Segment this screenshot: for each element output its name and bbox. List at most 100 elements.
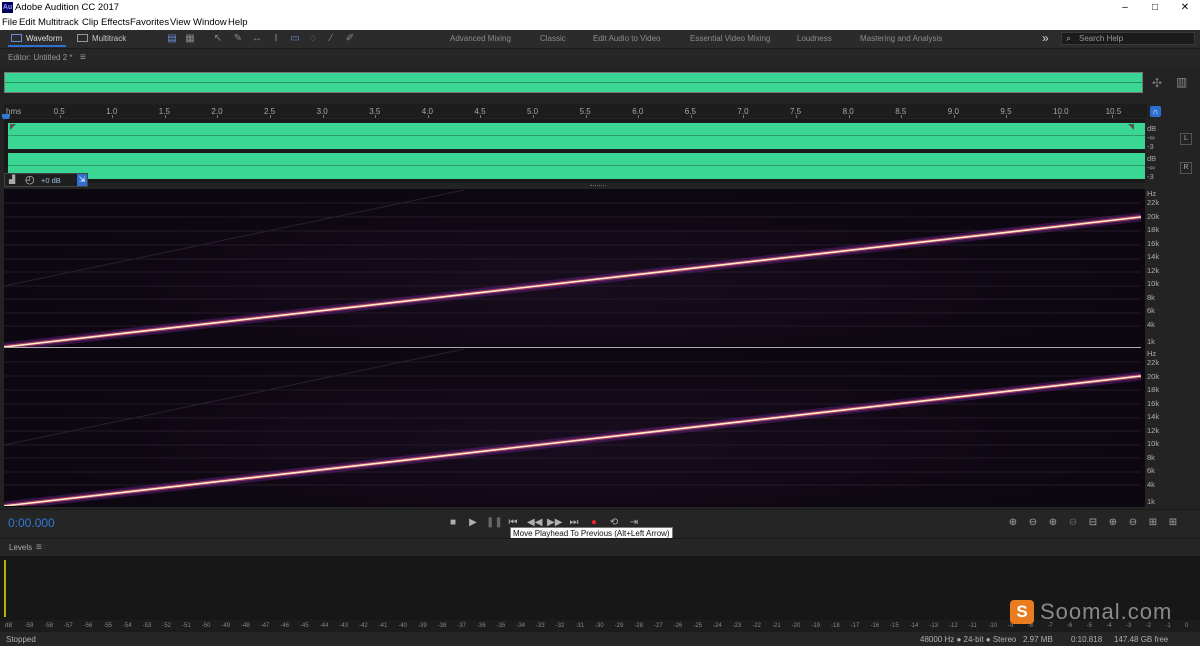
levels-scale-label: -39 — [418, 623, 427, 629]
tab-waveform[interactable]: Waveform — [8, 32, 67, 47]
workspace-edit-audio-to-video[interactable]: Edit Audio to Video — [593, 34, 660, 43]
levels-scale-label: -36 — [477, 623, 486, 629]
zoom-in-time-icon[interactable]: ⊕ — [1046, 516, 1060, 530]
fade-in-handle-icon[interactable] — [10, 124, 16, 130]
ruler-tick-mark — [796, 115, 797, 118]
levels-panel-menu-icon[interactable]: ≡ — [36, 542, 42, 553]
zoom-navigator-icon[interactable]: ✣ — [1152, 76, 1162, 90]
zoom-out-full-icon[interactable]: ⊟ — [1086, 516, 1100, 530]
levels-scale-label: -11 — [968, 623, 977, 629]
levels-scale-label: -22 — [752, 623, 761, 629]
close-button[interactable]: ✕ — [1170, 0, 1200, 16]
pin-hud-icon[interactable]: ⇲ — [77, 174, 87, 186]
waveform-display[interactable] — [4, 119, 1145, 183]
maximize-button[interactable]: □ — [1140, 0, 1170, 16]
hz-tick-label: 18k — [1147, 225, 1160, 234]
spot-healing-icon[interactable]: ✐ — [344, 33, 356, 45]
levels-scale-label: -47 — [260, 623, 270, 629]
overview-navigator[interactable] — [4, 72, 1143, 93]
levels-scale-label: -33 — [536, 623, 545, 629]
levels-scale-label: -37 — [457, 623, 466, 629]
hz-tick-label: 16k — [1147, 238, 1160, 248]
waveform-right-channel[interactable] — [8, 153, 1145, 179]
zoom-out-point-icon[interactable]: ⊖ — [1126, 516, 1140, 530]
hz-tick-label: 22k — [1147, 358, 1160, 367]
ruler-tick-mark — [59, 115, 61, 118]
workspace-overflow-icon[interactable]: » — [1042, 31, 1049, 45]
workspace-mastering-and-analysis[interactable]: Mastering and Analysis — [860, 34, 942, 43]
soomal-watermark: S Soomal.com — [1010, 599, 1180, 630]
fade-out-handle-icon[interactable] — [1128, 124, 1134, 130]
menu-effects[interactable]: Effects — [101, 17, 130, 28]
soomal-logo-icon: S — [1010, 600, 1034, 624]
menu-clip[interactable]: Clip — [82, 17, 98, 28]
spectral-frequency-display[interactable]: Hz 22k 20k 18k 16k 14k 12k 10k 8k 6k 4k 1k Hz 22k 20k… — [4, 189, 1159, 507]
snap-magnet-icon[interactable]: ∩ — [1150, 106, 1161, 117]
right-channel-toggle[interactable]: R — [1180, 162, 1192, 174]
spectral-display-icon[interactable]: ▤ — [166, 33, 178, 45]
levels-scale-label: -50 — [201, 623, 211, 629]
stop-icon[interactable]: ■ — [446, 516, 460, 530]
levels-scale-label: -21 — [772, 623, 781, 629]
levels-scale-label: -45 — [300, 623, 309, 629]
spectrogram-left-channel[interactable] — [4, 190, 1141, 347]
spectral-pitch-icon[interactable]: ▦ — [184, 33, 196, 45]
waveform-view-icon — [11, 34, 22, 42]
left-channel-toggle[interactable]: L — [1180, 133, 1192, 145]
timecode-display[interactable]: 0:00.000 — [8, 516, 55, 530]
editor-tab-label[interactable]: Editor: Untitled 2 * — [8, 53, 72, 62]
workspace-loudness[interactable]: Loudness — [797, 34, 832, 43]
spectrogram-right-channel[interactable] — [4, 349, 1141, 506]
ruler-tick-mark — [164, 115, 166, 118]
toolbar: Waveform Multitrack ▤ ▦ ↖ ✎ ↔ I ▭ ◌ ⁄ ✐ … — [0, 30, 1200, 49]
slip-tool-icon[interactable]: ↔ — [251, 33, 263, 45]
minimize-button[interactable]: – — [1110, 0, 1140, 16]
audition-app-icon: Au — [2, 2, 13, 13]
menu-window[interactable]: Window — [193, 17, 227, 28]
playback-status: Stopped — [6, 635, 36, 644]
gain-value[interactable]: +0 dB — [41, 176, 61, 185]
levels-scale-label: -18 — [831, 623, 840, 629]
zoom-to-selection-icon[interactable]: ⊞ — [1146, 516, 1160, 530]
panel-options-icon[interactable]: ▥ — [1176, 75, 1187, 89]
menu-view[interactable]: View — [170, 17, 190, 28]
search-icon: ⌕ — [1066, 33, 1072, 43]
time-ruler[interactable]: hms 0.5 1.0 1.5 2.0 2.5 3.0 3.5 4.0 4.5 5.0 5.5 6.0… — [4, 104, 1147, 118]
editor-panel-menu-icon[interactable]: ≡ — [80, 52, 86, 63]
razor-tool-icon[interactable]: ✎ — [232, 33, 244, 45]
menu-edit[interactable]: Edit — [19, 17, 35, 28]
menu-file[interactable]: File — [2, 17, 17, 28]
play-icon[interactable]: ▶ — [466, 516, 480, 530]
workspace-advanced-mixing[interactable]: Advanced Mixing — [450, 34, 511, 43]
ruler-tick-mark — [1006, 115, 1008, 118]
workspace-essential-video-mixing[interactable]: Essential Video Mixing — [690, 34, 770, 43]
hud-gain-control[interactable]: ▟ ◴ +0 dB ⇲ — [4, 173, 88, 187]
zoom-in-amplitude-icon[interactable]: ⊕ — [1006, 516, 1020, 530]
tab-multitrack[interactable]: Multitrack — [74, 32, 130, 45]
levels-panel-header: Levels ≡ — [0, 538, 1200, 556]
search-help-field[interactable]: ⌕ Search Help — [1061, 32, 1195, 45]
levels-scale-label: -54 — [123, 623, 132, 629]
time-selection-tool-icon[interactable]: I — [270, 33, 282, 45]
zoom-out-amplitude-icon[interactable]: ⊖ — [1026, 516, 1040, 530]
workspace-classic[interactable]: Classic — [540, 34, 566, 43]
gain-knob-icon[interactable]: ◴ — [25, 173, 35, 186]
zoom-in-point-icon[interactable]: ⊕ — [1106, 516, 1120, 530]
zoom-out-time-icon[interactable]: ⊖ — [1066, 516, 1080, 530]
ruler-tick-mark — [270, 115, 271, 118]
levels-scale-label: -58 — [44, 623, 53, 629]
waveform-left-channel[interactable] — [8, 123, 1145, 149]
hz-tick-label: 22k — [1147, 198, 1160, 207]
menu-favorites[interactable]: Favorites — [130, 17, 169, 28]
move-tool-icon[interactable]: ↖ — [212, 33, 224, 45]
marquee-selection-icon[interactable]: ▭ — [289, 33, 301, 45]
zoom-to-selection-right-icon[interactable]: ⊞ — [1166, 516, 1180, 530]
pause-icon[interactable]: ❚❚ — [486, 516, 503, 530]
levels-tab-label[interactable]: Levels — [9, 543, 32, 552]
menu-multitrack[interactable]: Multitrack — [38, 17, 79, 28]
brush-selection-icon[interactable]: ⁄ — [325, 33, 337, 45]
levels-scale-label: -15 — [890, 623, 899, 629]
levels-scale-label: -34 — [516, 623, 525, 629]
lasso-selection-icon[interactable]: ◌ — [307, 33, 319, 45]
menu-help[interactable]: Help — [228, 17, 248, 28]
